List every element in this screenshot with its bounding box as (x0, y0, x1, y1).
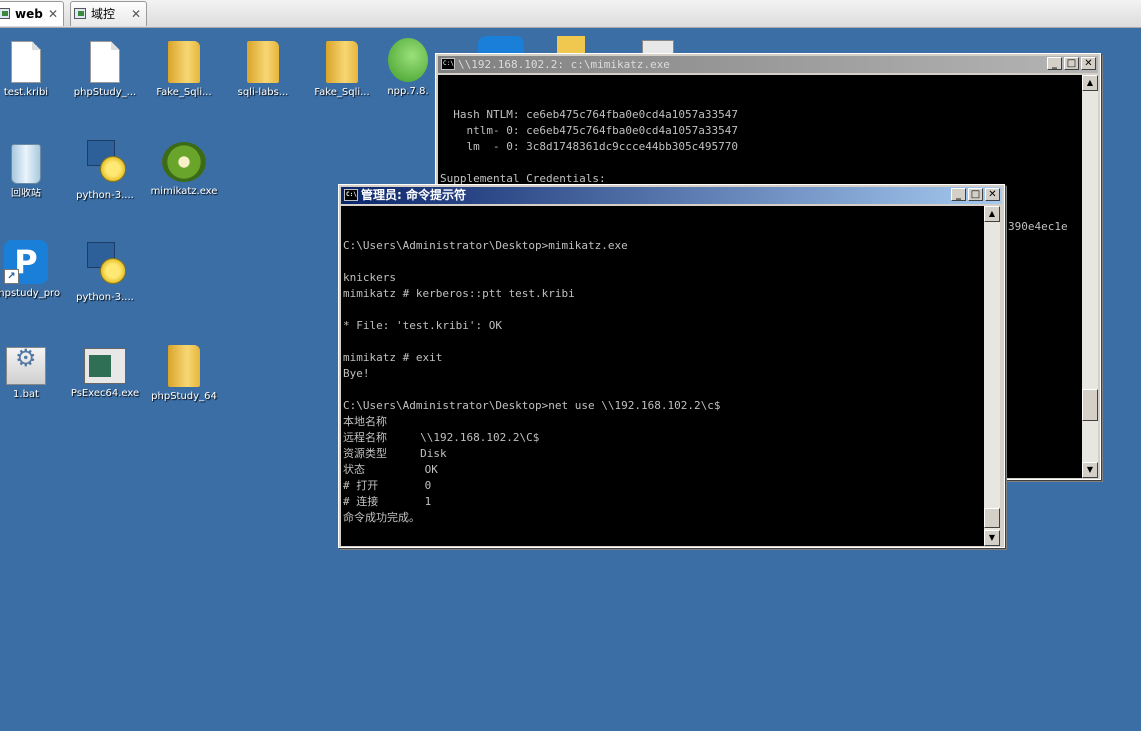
console-line: Hash NTLM: ce6eb475c764fba0e0cd4a1057a33… (440, 108, 739, 121)
console-line: C:\Users\Administrator\Desktop>mimikatz.… (343, 239, 628, 252)
console-line: ntlm- 0: ce6eb475c764fba0e0cd4a1057a3354… (440, 124, 739, 137)
console-line: C:\Users\Administrator\Desktop>net use \… (343, 399, 721, 412)
cmd-console-output[interactable]: C:\Users\Administrator\Desktop>mimikatz.… (341, 206, 984, 546)
desktop-icon-test-kribi[interactable]: test.kribi (0, 38, 65, 99)
console-fragment: 390e4ec1e (1008, 220, 1068, 233)
notepad-plus-plus-icon (388, 38, 428, 82)
cmd-icon: C:\ (344, 189, 358, 201)
minimize-button[interactable]: _ (951, 188, 966, 201)
console-line: Bye! (343, 367, 370, 380)
file-icon (90, 41, 120, 83)
window-title: 管理员: 命令提示符 (361, 188, 466, 202)
console-line: lm - 0: 3c8d1748361dc9ccce44bb305c495770 (440, 140, 739, 153)
batch-file-icon (6, 347, 46, 385)
desktop-icon-label: 回收站 (11, 188, 41, 199)
desktop-icon-phpstudy-64[interactable]: phpStudy_64 (145, 342, 223, 403)
console-line: 远程名称 \\192.168.102.2\C$ (343, 431, 540, 444)
desktop-icon-psexec[interactable]: PsExec64.exe (66, 342, 144, 400)
desktop-icon-label: phpStudy_... (73, 87, 137, 98)
console-line: 资源类型 Disk (343, 447, 447, 460)
desktop-icon-mimikatz[interactable]: mimikatz.exe (145, 138, 223, 198)
desktop-icon-sqli-labs[interactable]: sqli-labs... (224, 38, 302, 99)
desktop-icon-python-1[interactable]: python-3.... (66, 138, 144, 202)
console-line: 状态 OK (343, 463, 438, 476)
vm-tab-bar: web ✕ 域控 ✕ (0, 0, 1141, 28)
close-icon[interactable]: ✕ (131, 2, 141, 26)
vm-icon (0, 8, 10, 19)
console-line: 本地名称 (343, 415, 387, 428)
psexec-icon (84, 348, 126, 384)
scroll-down-button[interactable]: ▼ (984, 530, 1000, 546)
tab-web[interactable]: web ✕ (0, 1, 64, 26)
scroll-up-button[interactable]: ▲ (1082, 75, 1098, 91)
desktop-icon-label: python-3.... (76, 190, 134, 201)
python-installer-icon (82, 138, 128, 186)
window-controls: _ □ ✕ (949, 188, 1000, 203)
close-button[interactable]: ✕ (1081, 57, 1096, 70)
tab-domain-controller[interactable]: 域控 ✕ (70, 1, 147, 26)
vertical-scrollbar[interactable]: ▲ ▼ (1082, 75, 1098, 478)
folder-icon (247, 41, 279, 83)
minimize-button[interactable]: _ (1047, 57, 1062, 70)
desktop-icon-label: 1.bat (13, 389, 39, 400)
desktop-icon-label: python-3.... (76, 292, 134, 303)
tab-domain-controller-label: 域控 (91, 7, 116, 21)
vertical-scrollbar[interactable]: ▲ ▼ (984, 206, 1000, 546)
desktop-icon-label: PsExec64.exe (70, 388, 140, 399)
console-line: 命令成功完成。 (343, 511, 420, 524)
maximize-button[interactable]: □ (968, 188, 983, 201)
cmd-icon: C:\ (441, 58, 455, 70)
tab-web-label: web (15, 7, 43, 21)
folder-icon (168, 345, 200, 387)
window-title: \\192.168.102.2: c:\mimikatz.exe (458, 58, 670, 71)
desktop-icon-label: Fake_Sqli... (156, 87, 212, 98)
console-line: # 打开 0 (343, 479, 432, 492)
desktop-icon-label: sqli-labs... (237, 87, 289, 98)
desktop-icon-phpstudy[interactable]: phpStudy_... (66, 38, 144, 99)
recycle-bin-icon (11, 144, 41, 184)
close-button[interactable]: ✕ (985, 188, 1000, 201)
scroll-up-button[interactable]: ▲ (984, 206, 1000, 222)
console-line: mimikatz # exit (343, 351, 443, 364)
desktop-icon-recycle-bin[interactable]: 回收站 (0, 138, 65, 200)
file-icon (11, 41, 41, 83)
vm-icon (74, 8, 86, 19)
console-line: mimikatz # kerberos::ptt test.kribi (343, 287, 575, 300)
desktop-icon-label: test.kribi (3, 87, 49, 98)
phpstudy-shortcut-icon: P (4, 240, 48, 284)
console-lines: C:\Users\Administrator\Desktop>mimikatz.… (343, 238, 984, 546)
console-line: * File: 'test.kribi': OK (343, 319, 502, 332)
desktop-icon-label: phpStudy_64 (151, 391, 217, 402)
python-installer-icon (82, 240, 128, 288)
desktop-icon-python-2[interactable]: python-3.... (66, 240, 144, 304)
window-controls: _ □ ✕ (1045, 57, 1096, 72)
maximize-button[interactable]: □ (1064, 57, 1079, 70)
desktop-icon-label: phpstudy_pro (0, 288, 61, 299)
desktop-icon-1-bat[interactable]: 1.bat (0, 342, 65, 401)
desktop-icon-fake-sqli-1[interactable]: Fake_Sqli... (145, 38, 223, 99)
folder-icon (168, 41, 200, 83)
console-line: # 连接 1 (343, 495, 432, 508)
cmd-window-titlebar[interactable]: C:\ 管理员: 命令提示符 _ □ ✕ (341, 187, 1002, 204)
close-icon[interactable]: ✕ (48, 2, 58, 26)
kiwi-icon (162, 142, 206, 182)
desktop-icon-label: mimikatz.exe (150, 186, 218, 197)
scroll-thumb[interactable] (1082, 389, 1098, 421)
scroll-down-button[interactable]: ▼ (1082, 462, 1098, 478)
scroll-thumb[interactable] (984, 508, 1000, 528)
console-line: knickers (343, 271, 396, 284)
zip-folder-icon (326, 41, 358, 83)
desktop-icon-phpstudy-pro[interactable]: P phpstudy_pro (0, 240, 65, 300)
admin-command-prompt-window[interactable]: C:\ 管理员: 命令提示符 _ □ ✕ C:\Users\Administra… (338, 184, 1005, 548)
mimikatz-window-titlebar[interactable]: C:\ \\192.168.102.2: c:\mimikatz.exe _ □… (438, 56, 1098, 73)
